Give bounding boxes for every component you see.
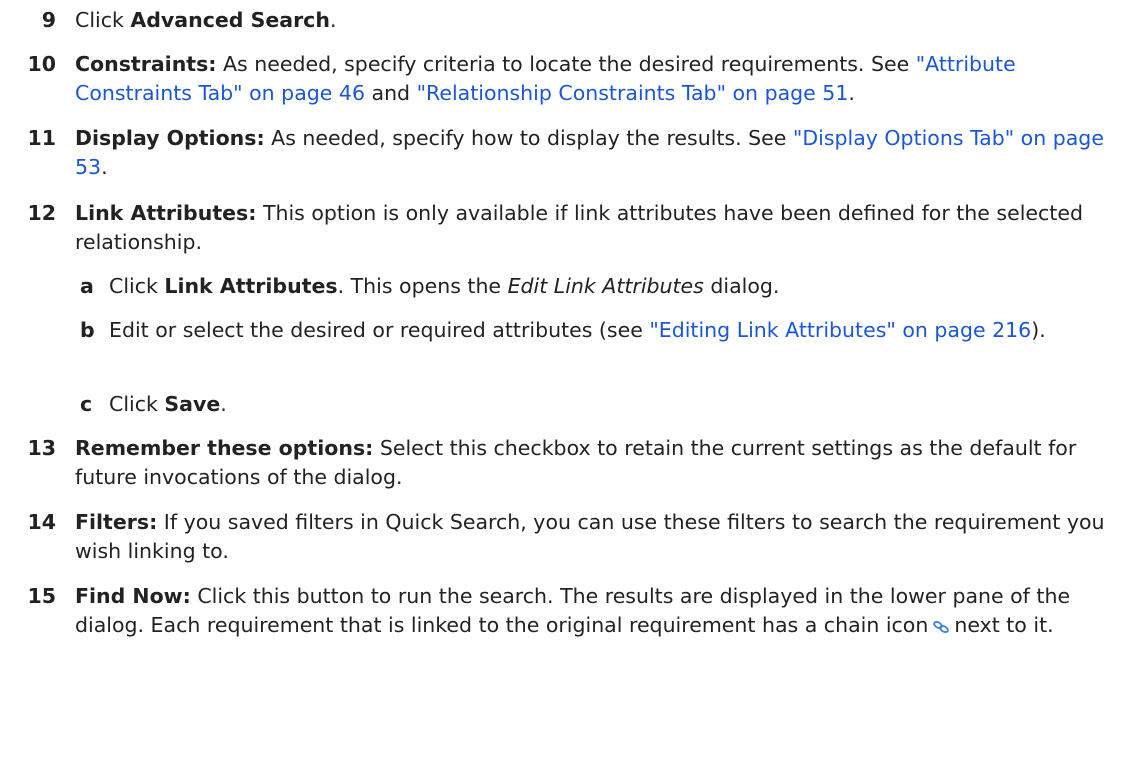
step-number: 15 [27, 584, 56, 608]
step-14: 14 Filters: If you saved filters in Quic… [0, 508, 1110, 566]
step-text: Click this button to run the search. The… [75, 584, 1071, 637]
substep-letter: b [80, 318, 95, 342]
step-text: If you saved filters in Quick Search, yo… [75, 510, 1105, 563]
substep-letter: c [80, 392, 93, 416]
document-page: 9 Click Advanced Search. 10 Constraints:… [0, 0, 1124, 775]
step-10: 10 Constraints: As needed, specify crite… [0, 50, 1110, 108]
chain-link-icon [932, 613, 950, 633]
dialog-name: Edit Link Attributes [507, 274, 704, 298]
step-label: Filters: [75, 510, 158, 534]
cross-reference-link[interactable]: "Editing Link Attributes" on page 216 [649, 318, 1031, 342]
step-number: 9 [41, 8, 56, 32]
substep-letter: a [80, 274, 94, 298]
punctuation: . [848, 81, 855, 105]
step-11: 11 Display Options: As needed, specify h… [0, 124, 1110, 182]
punctuation: . [101, 155, 108, 179]
step-text: dialog. [703, 274, 780, 298]
step-text: Click [109, 392, 165, 416]
step-label: Display Options: [75, 126, 265, 150]
ui-term: Save [164, 392, 221, 416]
step-12: 12 Link Attributes: This option is only … [0, 199, 1110, 257]
step-label: Find Now: [75, 584, 191, 608]
ui-term: Link Attributes [164, 274, 338, 298]
step-9: 9 Click Advanced Search. [0, 6, 1110, 35]
step-number: 13 [27, 436, 56, 460]
step-text: and [364, 81, 417, 105]
step-number: 12 [27, 201, 56, 225]
substep-c: c Click Save. [0, 390, 1110, 419]
punctuation: . [329, 8, 337, 32]
step-text: As needed, specify how to display the re… [264, 126, 793, 150]
step-number: 14 [27, 510, 56, 534]
step-text: Edit or select the desired or required a… [109, 318, 650, 342]
step-15: 15 Find Now: Click this button to run th… [0, 582, 1110, 640]
step-label: Remember these options: [75, 436, 374, 460]
step-text: As needed, specify criteria to locate th… [216, 52, 916, 76]
substep-a: a Click Link Attributes. This opens the … [0, 272, 1110, 301]
step-label: Constraints: [75, 52, 217, 76]
substep-b: b Edit or select the desired or required… [0, 316, 1110, 345]
step-number: 10 [27, 52, 56, 76]
punctuation: . [220, 392, 227, 416]
step-13: 13 Remember these options: Select this c… [0, 434, 1110, 492]
step-number: 11 [27, 126, 56, 150]
step-text: next to it. [954, 613, 1054, 637]
step-label: Link Attributes: [75, 201, 257, 225]
cross-reference-link[interactable]: "Relationship Constraints Tab" on page 5… [417, 81, 849, 105]
punctuation: ). [1031, 318, 1046, 342]
step-text: Click [75, 8, 131, 32]
step-text: . This opens the [337, 274, 508, 298]
step-text: Click [109, 274, 165, 298]
ui-term: Advanced Search [130, 8, 330, 32]
